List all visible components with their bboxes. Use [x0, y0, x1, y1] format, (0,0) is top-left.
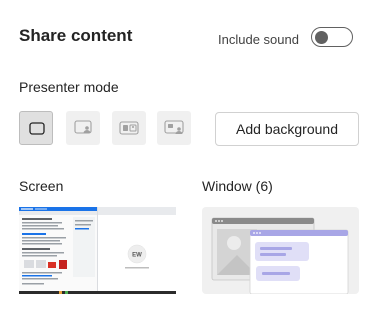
presenter-mode-label: Presenter mode [19, 79, 119, 95]
share-content-title: Share content [19, 26, 133, 45]
window-label: Window (6) [202, 178, 273, 194]
screen-preview-image: EW [19, 207, 176, 294]
add-background-button[interactable]: Add background [215, 112, 359, 146]
window-illustration-icon [211, 217, 349, 294]
screen-label: Screen [19, 178, 64, 194]
presenter-mode-side-by-side-button[interactable] [112, 111, 146, 145]
presenter-mode-content-only-button[interactable] [19, 111, 53, 145]
side-by-side-icon [119, 121, 139, 135]
presenter-mode-standout-button[interactable] [66, 111, 100, 145]
toggle-knob [315, 30, 328, 44]
include-sound-toggle[interactable] [311, 27, 353, 47]
standout-icon [74, 120, 92, 134]
screen-avatar-initials: EW [132, 253, 142, 259]
presenter-mode-reporter-button[interactable] [157, 111, 191, 145]
window-share-thumbnail[interactable] [202, 207, 359, 294]
reporter-icon [164, 120, 184, 134]
content-only-icon [29, 122, 45, 135]
screen-share-thumbnail[interactable]: EW [19, 207, 176, 294]
include-sound-label: Include sound [218, 32, 299, 47]
